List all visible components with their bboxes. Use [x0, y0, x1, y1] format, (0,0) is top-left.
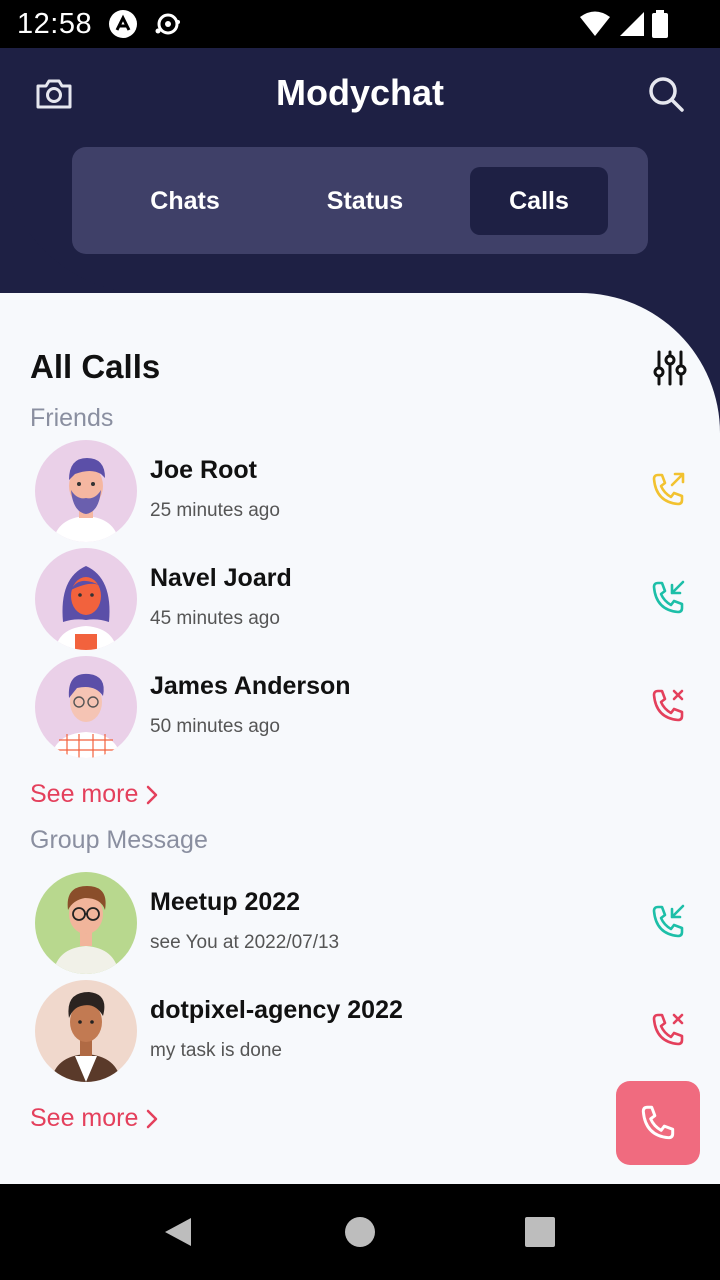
back-nav-icon[interactable] [163, 1216, 193, 1248]
call-time: 25 minutes ago [150, 500, 280, 521]
tab-calls[interactable]: Calls [470, 167, 608, 235]
wifi-icon [580, 11, 610, 36]
missed-call-icon [652, 689, 684, 722]
avatar [35, 548, 137, 650]
contact-name: James Anderson [150, 672, 351, 700]
call-row[interactable]: James Anderson 50 minutes ago [0, 656, 720, 764]
see-more-groups-link[interactable]: See more [30, 1104, 160, 1133]
missed-call-icon [652, 1013, 684, 1046]
chevron-right-icon [147, 1109, 158, 1128]
recents-nav-button[interactable] [525, 1217, 555, 1247]
call-back-button[interactable] [648, 902, 688, 942]
tab-bar: Chats Status Calls [72, 147, 648, 254]
top-app-bar: Modychat [0, 48, 720, 144]
battery-icon [652, 10, 668, 38]
section-title: All Calls [30, 348, 161, 385]
contact-name: Joe Root [150, 456, 257, 484]
group-name: Meetup 2022 [150, 888, 301, 916]
call-back-button[interactable] [648, 470, 688, 510]
call-row[interactable]: Navel Joard 45 minutes ago [0, 548, 720, 656]
home-nav-button[interactable] [345, 1217, 375, 1247]
incoming-call-icon [652, 580, 685, 614]
avatar [35, 440, 137, 542]
tab-status[interactable]: Status [295, 167, 435, 235]
last-message: my task is done [150, 1040, 282, 1061]
status-bar: 12:58 [0, 0, 720, 48]
chevron-right-icon [147, 785, 158, 804]
avatar [35, 980, 137, 1082]
group-name: dotpixel-agency 2022 [150, 996, 403, 1024]
call-time: 50 minutes ago [150, 716, 280, 737]
incoming-call-icon [652, 904, 685, 938]
search-button[interactable] [642, 70, 690, 118]
see-more-friends-link[interactable]: See more [30, 780, 160, 809]
call-back-button[interactable] [648, 686, 688, 726]
contact-name: Navel Joard [150, 564, 292, 592]
tab-chats[interactable]: Chats [120, 167, 250, 235]
app-notification-icon [109, 10, 137, 38]
friends-label: Friends [30, 404, 114, 432]
filter-sliders-icon [653, 350, 687, 386]
call-back-button[interactable] [648, 578, 688, 618]
phone-icon [641, 1105, 675, 1140]
call-row[interactable]: Joe Root 25 minutes ago [0, 440, 720, 548]
group-message-label: Group Message [30, 826, 208, 854]
call-back-button[interactable] [648, 1010, 688, 1050]
new-call-fab[interactable] [616, 1081, 700, 1165]
media-notification-icon [155, 13, 180, 35]
last-message: see You at 2022/07/13 [150, 932, 340, 953]
see-more-label: See more [30, 780, 139, 808]
call-row[interactable]: Meetup 2022 see You at 2022/07/13 [0, 872, 720, 980]
avatar [35, 656, 137, 758]
avatar [35, 872, 137, 974]
filter-button[interactable] [650, 348, 690, 388]
search-icon [649, 77, 684, 112]
call-row[interactable]: dotpixel-agency 2022 my task is done [0, 980, 720, 1088]
see-more-label: See more [30, 1104, 139, 1132]
status-time: 12:58 [17, 8, 93, 40]
app-title: Modychat [275, 72, 444, 113]
cellular-signal-icon [620, 12, 644, 36]
call-time: 45 minutes ago [150, 608, 280, 629]
outgoing-call-icon [652, 472, 685, 506]
